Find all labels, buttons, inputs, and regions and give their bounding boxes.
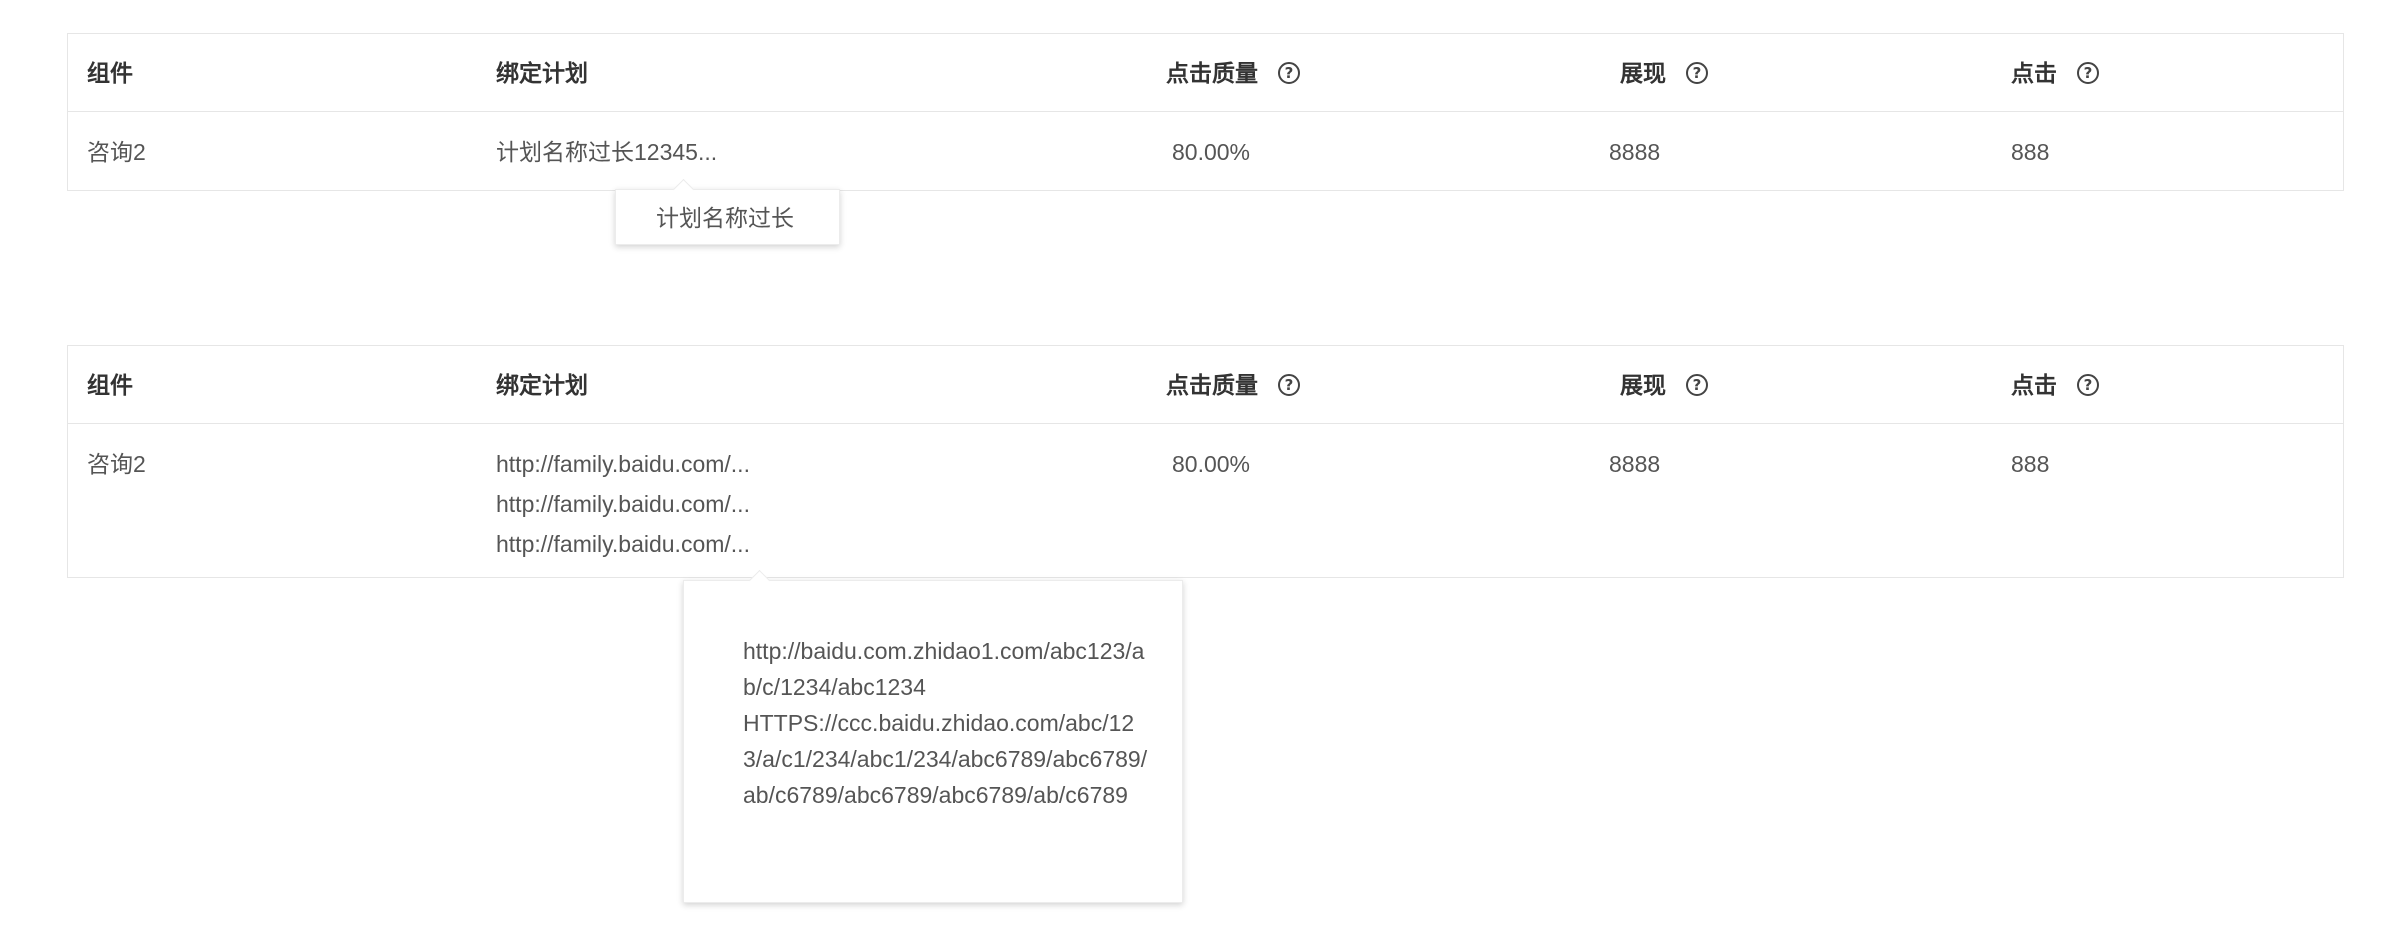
plan-urls-tooltip: http://baidu.com.zhidao1.com/abc123/ab/c… [683, 569, 1183, 903]
header-click-quality-label: 点击质量 [1166, 372, 1258, 398]
cell-clicks: 888 [2011, 451, 2050, 477]
help-icon[interactable]: ? [1686, 374, 1708, 396]
cell-impressions: 8888 [1609, 451, 1661, 477]
cell-impressions: 8888 [1609, 139, 1661, 165]
cell-plan-links: http://family.baidu.com/... http://famil… [496, 444, 750, 564]
header-plan: 绑定计划 [496, 365, 588, 405]
header-component-label: 组件 [87, 60, 133, 86]
header-click-quality: 点击质量? [1166, 53, 1300, 93]
help-icon[interactable]: ? [1278, 374, 1300, 396]
cell-component: 咨询2 [87, 139, 146, 165]
header-click-quality: 点击质量? [1166, 365, 1300, 405]
header-clicks-label: 点击 [2011, 60, 2057, 86]
header-component: 组件 [87, 53, 133, 93]
header-clicks-label: 点击 [2011, 372, 2057, 398]
header-plan-label: 绑定计划 [496, 372, 588, 398]
plan-link[interactable]: http://family.baidu.com/... [496, 444, 750, 484]
help-icon[interactable]: ? [1278, 62, 1300, 84]
plan-name-tooltip: 计划名称过长 [615, 178, 840, 245]
header-click-quality-label: 点击质量 [1166, 60, 1258, 86]
header-plan: 绑定计划 [496, 53, 588, 93]
header-clicks: 点击? [2011, 365, 2099, 405]
tooltip-text: http://baidu.com.zhidao1.com/abc123/ab/c… [743, 633, 1148, 813]
header-impressions: 展现? [1620, 53, 1708, 93]
tooltip-text: 计划名称过长 [656, 205, 794, 231]
table-header: 组件 绑定计划 点击质量? 展现? 点击? [68, 34, 2343, 112]
data-table-2: 组件 绑定计划 点击质量? 展现? 点击? 咨询2 http://family.… [67, 345, 2344, 578]
data-table-1: 组件 绑定计划 点击质量? 展现? 点击? 咨询2 计划名称过长12345...… [67, 33, 2344, 191]
header-impressions-label: 展现 [1620, 60, 1666, 86]
help-icon[interactable]: ? [2077, 62, 2099, 84]
header-impressions-label: 展现 [1620, 372, 1666, 398]
help-icon[interactable]: ? [1686, 62, 1708, 84]
header-component-label: 组件 [87, 372, 133, 398]
header-component: 组件 [87, 365, 133, 405]
header-plan-label: 绑定计划 [496, 60, 588, 86]
table-header: 组件 绑定计划 点击质量? 展现? 点击? [68, 346, 2343, 424]
cell-click-quality: 80.00% [1172, 451, 1251, 477]
header-impressions: 展现? [1620, 365, 1708, 405]
tooltip-url: http://baidu.com.zhidao1.com/abc123/ab/c… [743, 638, 1145, 700]
help-icon[interactable]: ? [2077, 374, 2099, 396]
cell-click-quality: 80.00% [1172, 139, 1251, 165]
cell-clicks: 888 [2011, 139, 2050, 165]
tooltip-url: HTTPS://ccc.baidu.zhidao.com/abc/123/a/c… [743, 710, 1148, 808]
plan-link[interactable]: http://family.baidu.com/... [496, 484, 750, 524]
cell-component: 咨询2 [87, 451, 146, 477]
header-clicks: 点击? [2011, 53, 2099, 93]
plan-link[interactable]: http://family.baidu.com/... [496, 524, 750, 564]
cell-plan[interactable]: 计划名称过长12345... [496, 132, 717, 172]
